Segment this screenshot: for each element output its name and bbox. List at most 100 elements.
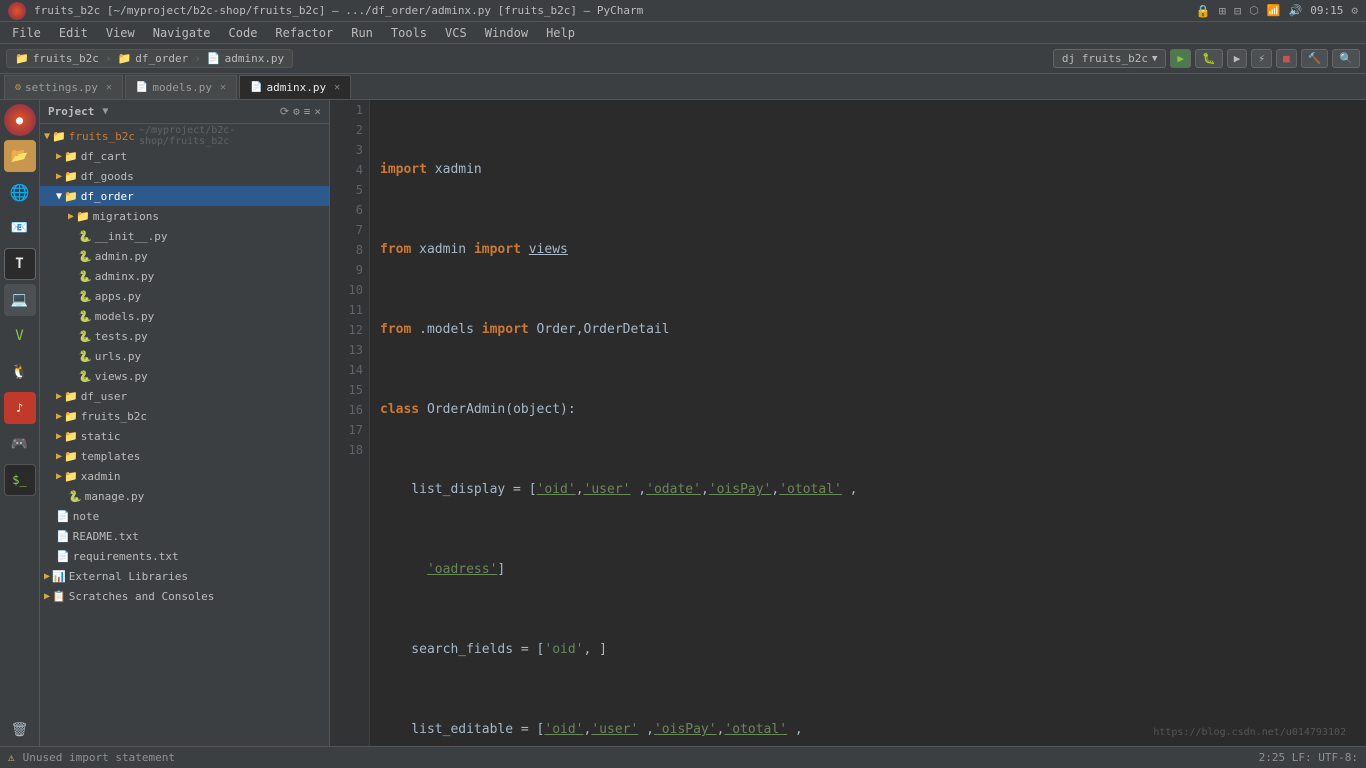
tree-item-admin[interactable]: 🐍 admin.py xyxy=(40,246,329,266)
status-bar-right: 2:25 LF: UTF-8: xyxy=(1259,751,1358,764)
tree-item-df-order[interactable]: ▼ 📁 df_order xyxy=(40,186,329,206)
menu-item-view[interactable]: View xyxy=(98,24,143,42)
menu-item-run[interactable]: Run xyxy=(343,24,381,42)
tree-item-manage[interactable]: 🐍 manage.py xyxy=(40,486,329,506)
tab-adminx[interactable]: 📄 adminx.py ✕ xyxy=(239,75,351,99)
terminal-button[interactable]: $_ xyxy=(4,464,36,496)
tree-item-readme[interactable]: 📄 README.txt xyxy=(40,526,329,546)
line-num-12: 12 xyxy=(330,320,363,340)
tree-item-apps[interactable]: 🐍 apps.py xyxy=(40,286,329,306)
vcs-button[interactable]: V xyxy=(4,320,36,352)
text-editor-button[interactable]: T xyxy=(4,248,36,280)
line-num-9: 9 xyxy=(330,260,363,280)
trash-button[interactable]: 🗑 xyxy=(4,714,36,746)
line-num-1: 1 xyxy=(330,100,363,120)
tree-arrow-df-cart: ▶ xyxy=(56,151,62,162)
code-content[interactable]: import xadmin from xadmin import views f… xyxy=(370,100,1366,746)
menu-item-help[interactable]: Help xyxy=(538,24,583,42)
tree-item-xadmin[interactable]: ▶ 📁 xadmin xyxy=(40,466,329,486)
tree-icon-adminx: 🐍 xyxy=(78,270,92,283)
tree-item-urls[interactable]: 🐍 urls.py xyxy=(40,346,329,366)
menu-item-navigate[interactable]: Navigate xyxy=(145,24,219,42)
tab-close-models[interactable]: ✕ xyxy=(220,82,226,93)
dropdown-arrow: ▼ xyxy=(1152,54,1157,64)
project-settings-icon[interactable]: ≡ xyxy=(304,105,311,118)
tree-item-df-cart[interactable]: ▶ 📁 df_cart xyxy=(40,146,329,166)
tab-settings[interactable]: ⚙ settings.py ✕ xyxy=(4,75,123,99)
tree-arrow-fruits-b2c: ▶ xyxy=(56,411,62,422)
line-num-3: 3 xyxy=(330,140,363,160)
tree-folder-icon-xadmin: 📁 xyxy=(64,470,78,483)
pycharm-button[interactable]: 💻 xyxy=(4,284,36,316)
profile-button[interactable]: ⚡ xyxy=(1251,49,1272,68)
browser-button[interactable]: 🌐 xyxy=(4,176,36,208)
tree-arrow-scratches: ▶ xyxy=(44,591,50,602)
menu-item-tools[interactable]: Tools xyxy=(383,24,435,42)
tree-item-models[interactable]: 🐍 models.py xyxy=(40,306,329,326)
coverage-button[interactable]: ▶ xyxy=(1227,49,1248,68)
breadcrumb[interactable]: 📁 fruits_b2c › 📁 df_order › 📄 adminx.py xyxy=(6,49,293,68)
project-collapse-icon[interactable]: × xyxy=(314,105,321,118)
tree-item-adminx[interactable]: 🐍 adminx.py xyxy=(40,266,329,286)
tree-item-views[interactable]: 🐍 views.py xyxy=(40,366,329,386)
menu-item-refactor[interactable]: Refactor xyxy=(267,24,341,42)
menu-item-vcs[interactable]: VCS xyxy=(437,24,475,42)
project-panel-header: Project ▼ ⟳ ⚙ ≡ × xyxy=(40,100,329,124)
tree-item-df-goods[interactable]: ▶ 📁 df_goods xyxy=(40,166,329,186)
project-selector[interactable]: dj fruits_b2c ▼ xyxy=(1053,49,1167,68)
code-editor[interactable]: 1 2 3 4 5 6 7 8 9 10 11 12 13 14 15 16 1… xyxy=(330,100,1366,746)
tree-item-requirements[interactable]: 📄 requirements.txt xyxy=(40,546,329,566)
tree-item-df-user[interactable]: ▶ 📁 df_user xyxy=(40,386,329,406)
tree-item-static[interactable]: ▶ 📁 static xyxy=(40,426,329,446)
files-button[interactable]: 📂 xyxy=(4,140,36,172)
tree-folder-icon-df-user: 📁 xyxy=(64,390,78,403)
ubuntu-logo[interactable] xyxy=(8,2,26,20)
run-button[interactable]: ▶ xyxy=(1170,49,1191,68)
settings-icon[interactable]: ⚙ xyxy=(1351,4,1358,17)
tree-item-scratches[interactable]: ▶ 📋 Scratches and Consoles xyxy=(40,586,329,606)
code-area[interactable]: 1 2 3 4 5 6 7 8 9 10 11 12 13 14 15 16 1… xyxy=(330,100,1366,746)
line-num-14: 14 xyxy=(330,360,363,380)
steam-button[interactable]: 🎮 xyxy=(4,428,36,460)
tree-item-migrations[interactable]: ▶ 📁 migrations xyxy=(40,206,329,226)
terminal-app-button[interactable]: 🐧 xyxy=(4,356,36,388)
ubuntu-button[interactable]: ● xyxy=(4,104,36,136)
tree-item-root[interactable]: ▼ 📁 fruits_b2c ~/myproject/b2c-shop/frui… xyxy=(40,126,329,146)
tree-item-note[interactable]: 📄 note xyxy=(40,506,329,526)
sys-icon-1: 🔒 xyxy=(1196,4,1211,18)
project-gear-icon[interactable]: ⚙ xyxy=(293,105,300,118)
debug-button[interactable]: 🐛 xyxy=(1195,49,1223,68)
tree-label-scratches: Scratches and Consoles xyxy=(69,590,215,603)
menu-item-code[interactable]: Code xyxy=(221,24,266,42)
tree-item-fruits-b2c[interactable]: ▶ 📁 fruits_b2c xyxy=(40,406,329,426)
sys-icon-2: ⊞ xyxy=(1219,4,1226,18)
line-num-13: 13 xyxy=(330,340,363,360)
tree-icon-external-libs: 📊 xyxy=(52,570,66,583)
menu-item-file[interactable]: File xyxy=(4,24,49,42)
line-num-18: 18 xyxy=(330,440,363,460)
tab-icon-adminx: 📄 xyxy=(250,82,262,93)
tree-item-init[interactable]: 🐍 __init__.py xyxy=(40,226,329,246)
project-panel-title: Project xyxy=(48,105,94,118)
tree-item-external-libs[interactable]: ▶ 📊 External Libraries xyxy=(40,566,329,586)
email-button[interactable]: 📧 xyxy=(4,212,36,244)
tree-arrow-external-libs: ▶ xyxy=(44,571,50,582)
stop-button[interactable]: ■ xyxy=(1276,49,1297,68)
line-num-7: 7 xyxy=(330,220,363,240)
music-button[interactable]: ♪ xyxy=(4,392,36,424)
tree-item-templates[interactable]: ▶ 📁 templates xyxy=(40,446,329,466)
tab-close-settings[interactable]: ✕ xyxy=(106,82,112,93)
build-button[interactable]: 🔨 xyxy=(1301,49,1329,68)
search-everywhere-button[interactable]: 🔍 xyxy=(1332,49,1360,68)
tab-close-adminx[interactable]: ✕ xyxy=(334,82,340,93)
tree-label-df-order: df_order xyxy=(81,190,134,203)
sidebar-icon-panel: ● 📂 🌐 📧 T 💻 V 🐧 ♪ 🎮 $_ xyxy=(0,100,40,746)
menu-item-window[interactable]: Window xyxy=(477,24,536,42)
tree-label-models: models.py xyxy=(95,310,155,323)
menu-item-edit[interactable]: Edit xyxy=(51,24,96,42)
project-sync-icon[interactable]: ⟳ xyxy=(280,105,289,118)
tab-models[interactable]: 📄 models.py ✕ xyxy=(125,75,237,99)
tree-item-tests[interactable]: 🐍 tests.py xyxy=(40,326,329,346)
tree-label-manage: manage.py xyxy=(85,490,145,503)
tree-label-admin: admin.py xyxy=(95,250,148,263)
